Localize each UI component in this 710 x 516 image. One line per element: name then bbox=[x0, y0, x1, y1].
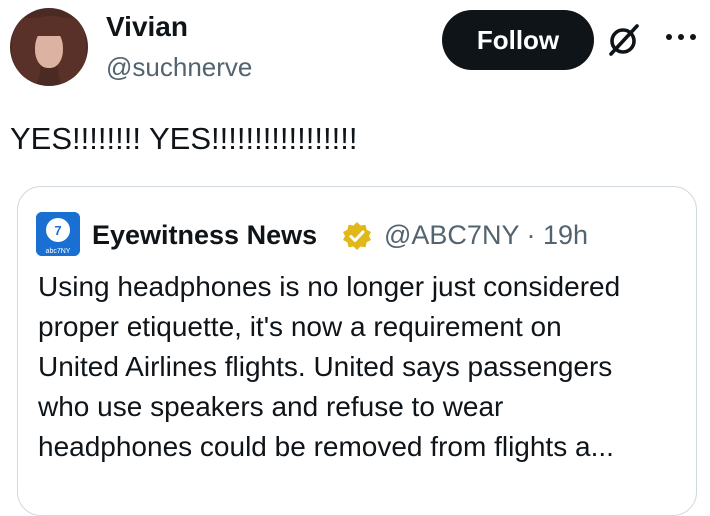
svg-text:7: 7 bbox=[54, 223, 61, 238]
quoted-body-line: proper etiquette, it's now a requirement… bbox=[38, 311, 562, 342]
author-display-name[interactable]: Vivian bbox=[106, 10, 188, 44]
more-horizontal-icon[interactable] bbox=[664, 30, 698, 44]
tweet-text: YES!!!!!!!! YES!!!!!!!!!!!!!!!!! bbox=[10, 121, 358, 156]
author-handle[interactable]: @suchnerve bbox=[106, 51, 252, 83]
quoted-handle[interactable]: @ABC7NY bbox=[384, 220, 519, 250]
quoted-author-name[interactable]: Eyewitness News bbox=[92, 219, 317, 251]
quoted-tweet-card[interactable]: 7 abc7NY Eyewitness News @ABC7NY · 19h U… bbox=[17, 186, 697, 516]
quoted-body-line: Using headphones is no longer just consi… bbox=[38, 271, 621, 302]
meta-separator: · bbox=[526, 220, 536, 250]
grok-icon[interactable] bbox=[606, 22, 642, 58]
quoted-meta: @ABC7NY · 19h bbox=[384, 219, 588, 251]
avatar-fringe bbox=[28, 16, 72, 36]
quoted-timestamp[interactable]: 19h bbox=[543, 220, 588, 250]
quoted-body-line: headphones could be removed from flights… bbox=[38, 431, 614, 462]
quoted-author-avatar[interactable]: 7 abc7NY bbox=[36, 212, 80, 256]
verified-badge-icon bbox=[343, 222, 371, 250]
follow-button[interactable]: Follow bbox=[442, 10, 594, 70]
author-avatar[interactable] bbox=[10, 8, 88, 86]
abc7-logo-text: abc7NY bbox=[46, 248, 71, 255]
quoted-body-line: who use speakers and refuse to wear bbox=[38, 391, 504, 422]
abc7-logo-icon: 7 abc7NY bbox=[36, 212, 80, 256]
quoted-tweet-body: Using headphones is no longer just consi… bbox=[38, 267, 688, 467]
quoted-body-line: United Airlines flights. United says pas… bbox=[38, 351, 613, 382]
